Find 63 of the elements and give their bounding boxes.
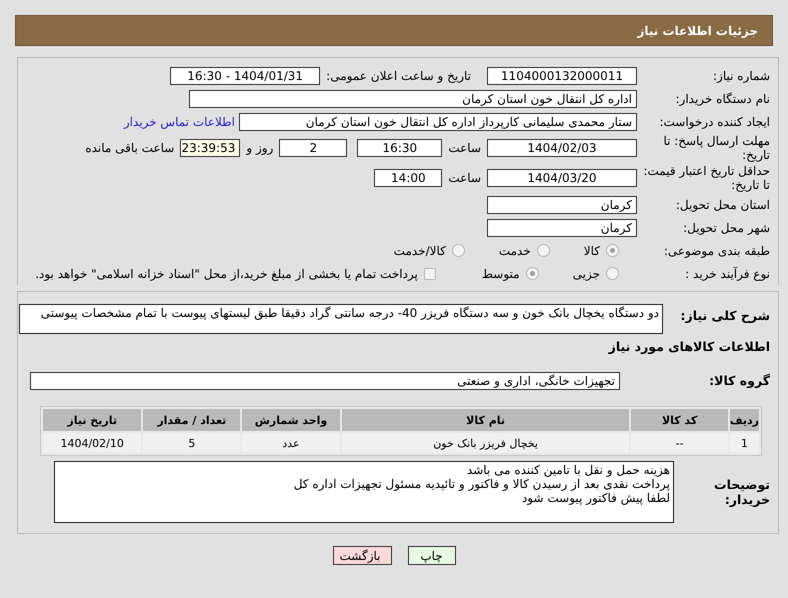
column-header: تاریخ نیاز xyxy=(43,409,142,431)
radio-button[interactable] xyxy=(526,267,539,280)
back-button[interactable]: بازگشت xyxy=(332,546,392,565)
buyer-field: اداره کل انتقال خون استان کرمان xyxy=(189,90,637,108)
checkbox[interactable] xyxy=(424,268,436,280)
section-title: اطلاعات کالاهای مورد نیاز xyxy=(607,338,771,354)
field-label: شماره نیاز: xyxy=(712,68,771,82)
checkbox-label: پرداخت تمام یا بخشی از مبلغ خرید،از محل "اسناد خزانه اسلامی" خواهد بود. xyxy=(35,266,418,280)
column-header: واحد شمارش xyxy=(242,409,340,431)
note-line: هزینه حمل و نقل با تامین کننده می باشد xyxy=(466,463,670,477)
column-header: تعداد / مقدار xyxy=(143,409,240,431)
time-field: 14:00 xyxy=(374,169,442,187)
print-button[interactable]: چاپ xyxy=(408,546,456,565)
date-field: 1404/02/03 xyxy=(487,139,637,157)
province-field: کرمان xyxy=(487,196,637,214)
field-label: مهلت ارسال پاسخ: تا تاریخ: xyxy=(662,134,771,162)
radio-button[interactable] xyxy=(536,244,550,257)
radio-label: متوسط xyxy=(482,266,520,280)
field-label: ساعت باقی مانده xyxy=(84,141,176,155)
radio-label: کالا xyxy=(584,244,600,258)
note-line: لطفا پیش فاکتور پیوست شود xyxy=(522,491,670,505)
radio-button[interactable] xyxy=(606,267,619,280)
table-cell: 1404/02/10 xyxy=(43,433,142,453)
table-cell: 5 xyxy=(143,433,240,453)
note-line: پرداخت نقدی بعد از رسیدن کالا و فاکتور و تائیدیه مسئول تجهیزات اداره کل xyxy=(294,477,670,491)
time-field: 16:30 xyxy=(357,139,442,157)
page-title: جزئیات اطلاعات نیاز xyxy=(637,24,758,38)
announce-date-field: 1404/01/31 - 16:30 xyxy=(170,66,320,84)
remaining-time-field: 23:39:53 xyxy=(180,139,240,157)
field-label: نوع فرآیند خرید : xyxy=(684,266,771,280)
column-header: ردیف xyxy=(730,409,759,431)
field-label: شرح کلی نیاز: xyxy=(680,307,771,323)
goods-group-field: تجهیزات خانگی، اداری و صنعتی xyxy=(30,372,620,390)
radio-button[interactable] xyxy=(452,244,465,257)
field-label: ساعت xyxy=(447,141,482,155)
radio-label: جزیی xyxy=(572,266,600,280)
radio-label: خدمت xyxy=(498,244,531,258)
field-label: گروه کالا: xyxy=(708,373,771,388)
field-label: طبقه بندی موضوعی: xyxy=(662,244,771,258)
field-label: ساعت xyxy=(447,171,482,185)
field-label: توضیحات خریدار: xyxy=(713,477,771,507)
field-label: حداقل تاریخ اعتبار قیمت: تا تاریخ: xyxy=(642,164,771,192)
radio-label: کالا/خدمت xyxy=(394,244,446,258)
field-label: استان محل تحویل: xyxy=(674,198,771,212)
city-field: کرمان xyxy=(487,218,637,236)
buyer-contact-link[interactable]: اطلاعات تماس خریدار xyxy=(124,114,239,128)
date-field: 1404/03/20 xyxy=(487,169,637,187)
field-label: ایجاد کننده درخواست: xyxy=(658,114,771,128)
days-field: 2 xyxy=(279,139,348,157)
column-header: کد کالا xyxy=(631,409,728,431)
field-label: تاریخ و ساعت اعلان عمومی: xyxy=(325,68,472,82)
table-cell: -- xyxy=(631,433,728,453)
radio-button[interactable] xyxy=(606,244,619,257)
column-header: نام کالا xyxy=(342,409,630,431)
need-number-field: 1104000132000011 xyxy=(487,66,637,84)
field-label: نام دستگاه خریدار: xyxy=(674,92,771,106)
table-cell: عدد xyxy=(242,433,340,453)
table-cell: 1 xyxy=(730,433,759,453)
creator-field: ستار محمدی سلیمانی کارپرداز اداره کل انتقال خون استان کرمان xyxy=(239,112,637,130)
field-label: روز و xyxy=(244,141,274,155)
field-label: شهر محل تحویل: xyxy=(682,220,771,234)
description-field: دو دستگاه یخچال بانک خون و سه دستگاه فریزر 40- درجه سانتی گراد دقیقا طبق لیستهای پیوست با تمام مشخصات پیوستی xyxy=(19,304,663,334)
table-cell: یخچال فریزر بانک خون xyxy=(342,433,630,453)
